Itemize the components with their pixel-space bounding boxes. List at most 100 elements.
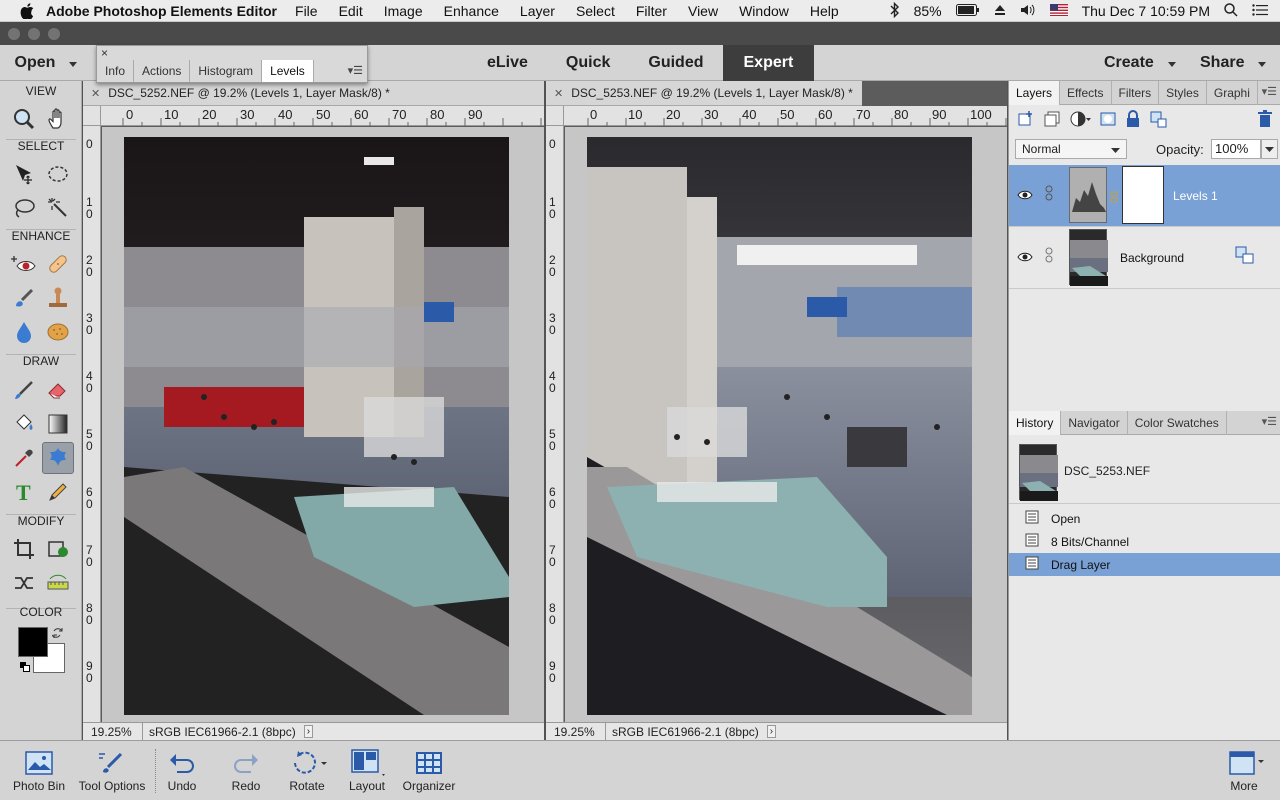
organizer-button[interactable]: Organizer: [400, 747, 458, 799]
tab-actions[interactable]: Actions: [134, 60, 191, 82]
delete-layer-icon[interactable]: [1257, 109, 1273, 131]
layer-mask-thumbnail[interactable]: [1122, 166, 1164, 224]
document-tab-1[interactable]: ✕ DSC_5252.NEF @ 19.2% (Levels 1, Layer …: [83, 81, 544, 106]
link-icon[interactable]: [1045, 185, 1053, 204]
menu-edit[interactable]: Edit: [339, 3, 363, 19]
eraser-tool-icon[interactable]: [42, 374, 74, 406]
window-zoom-button[interactable]: [48, 27, 60, 40]
history-step-drag-layer[interactable]: Drag Layer: [1009, 553, 1280, 576]
horizontal-ruler[interactable]: 0 10 20 30 40 50 60 70 80 90: [101, 106, 544, 126]
opacity-input[interactable]: 100%: [1211, 139, 1261, 159]
ruler-origin[interactable]: [546, 106, 564, 126]
brush-tool-icon[interactable]: [8, 374, 40, 406]
open-button[interactable]: Open: [0, 45, 92, 81]
rotate-button[interactable]: Rotate: [284, 747, 330, 799]
mask-link-icon[interactable]: [1110, 191, 1118, 206]
eject-icon[interactable]: [994, 3, 1006, 19]
tab-navigator[interactable]: Navigator: [1061, 411, 1128, 435]
canvas-area[interactable]: [102, 127, 544, 722]
vertical-ruler[interactable]: 0 1 0 2 0 3 0 4 0 5 0 6 0 7 0 8 0 9 0: [83, 126, 101, 722]
history-step-8-bits[interactable]: 8 Bits/Channel: [1009, 530, 1280, 553]
visibility-eye-icon[interactable]: [1017, 189, 1033, 204]
tool-options-button[interactable]: Tool Options: [74, 747, 150, 799]
vertical-ruler[interactable]: 0 1 0 2 0 3 0 4 0 5 0 6 0 7 0 8 0 9 0: [546, 126, 564, 722]
menu-image[interactable]: Image: [384, 3, 423, 19]
paint-bucket-tool-icon[interactable]: [8, 408, 40, 440]
recompose-tool-icon[interactable]: [42, 533, 74, 565]
menu-layer[interactable]: Layer: [520, 3, 555, 19]
tab-histogram[interactable]: Histogram: [190, 60, 263, 82]
tab-info[interactable]: Info: [97, 60, 135, 82]
flag-icon[interactable]: [1049, 3, 1068, 19]
default-colors-icon[interactable]: [20, 661, 30, 675]
mode-elive[interactable]: eLive: [468, 45, 547, 81]
apple-menu-icon[interactable]: [18, 2, 36, 19]
quick-selection-tool-icon[interactable]: [42, 192, 74, 224]
notification-center-icon[interactable]: [1252, 3, 1268, 19]
tab-effects[interactable]: Effects: [1060, 81, 1112, 105]
lock-all-icon[interactable]: [1125, 109, 1141, 131]
eyedropper-tool-icon[interactable]: [8, 442, 40, 474]
new-layer-icon[interactable]: [1017, 110, 1035, 131]
smart-brush-tool-icon[interactable]: [8, 282, 40, 314]
lock-transparent-icon[interactable]: [1149, 110, 1167, 131]
menu-file[interactable]: File: [295, 3, 318, 19]
tab-graphics[interactable]: Graphi: [1207, 81, 1258, 105]
close-tab-icon[interactable]: ✕: [91, 87, 100, 100]
battery-icon[interactable]: [955, 3, 980, 19]
menu-window[interactable]: Window: [739, 3, 789, 19]
photo-dsc-5252[interactable]: [124, 137, 509, 715]
close-panel-icon[interactable]: ×: [101, 46, 108, 60]
menu-filter[interactable]: Filter: [636, 3, 667, 19]
panel-menu-icon[interactable]: ▾☰: [1262, 85, 1277, 98]
ruler-origin[interactable]: [83, 106, 101, 126]
blur-tool-icon[interactable]: [8, 316, 40, 348]
layer-name[interactable]: Background: [1120, 251, 1184, 265]
content-aware-move-tool-icon[interactable]: [8, 567, 40, 599]
red-eye-tool-icon[interactable]: [8, 248, 40, 280]
tab-color-swatches[interactable]: Color Swatches: [1128, 411, 1227, 435]
opacity-dropdown-icon[interactable]: [1261, 139, 1278, 159]
type-tool-icon[interactable]: T: [8, 476, 40, 508]
link-icon[interactable]: [1045, 247, 1053, 266]
tab-layers[interactable]: Layers: [1009, 81, 1061, 105]
layer-mask-icon[interactable]: [1099, 110, 1117, 131]
clock[interactable]: Thu Dec 7 10:59 PM: [1082, 3, 1210, 19]
window-close-button[interactable]: [8, 27, 20, 40]
photo-bin-button[interactable]: Photo Bin: [8, 747, 70, 799]
status-menu-arrow-icon[interactable]: ›: [766, 725, 777, 738]
menu-select[interactable]: Select: [576, 3, 615, 19]
adjustment-layer-icon[interactable]: [1069, 110, 1091, 131]
photo-dsc-5253[interactable]: [587, 137, 972, 715]
hand-tool-icon[interactable]: [42, 103, 74, 135]
history-snapshot[interactable]: DSC_5253.NEF: [1009, 436, 1280, 504]
zoom-tool-icon[interactable]: [8, 103, 40, 135]
move-tool-icon[interactable]: [8, 158, 40, 190]
mode-quick[interactable]: Quick: [547, 45, 629, 81]
foreground-color-swatch[interactable]: [18, 627, 48, 657]
blend-mode-select[interactable]: Normal: [1015, 139, 1127, 159]
mode-guided[interactable]: Guided: [629, 45, 722, 81]
clone-stamp-tool-icon[interactable]: [42, 282, 74, 314]
window-minimize-button[interactable]: [28, 27, 40, 40]
horizontal-ruler[interactable]: 0 10 20 30 40 50 60 70 80 90 100: [564, 106, 1007, 126]
panel-menu-icon[interactable]: ▾☰: [348, 64, 363, 77]
layout-button[interactable]: Layout: [344, 747, 390, 799]
redo-button[interactable]: Redo: [224, 747, 268, 799]
close-tab-icon[interactable]: ✕: [554, 87, 563, 100]
lasso-tool-icon[interactable]: [8, 192, 40, 224]
visibility-eye-icon[interactable]: [1017, 251, 1033, 266]
marquee-tool-icon[interactable]: [42, 158, 74, 190]
share-button[interactable]: Share: [1200, 45, 1267, 81]
spot-healing-tool-icon[interactable]: [42, 248, 74, 280]
layer-name[interactable]: Levels 1: [1173, 189, 1218, 203]
status-menu-arrow-icon[interactable]: ›: [303, 725, 314, 738]
crop-tool-icon[interactable]: [8, 533, 40, 565]
zoom-level[interactable]: 19.25%: [546, 722, 606, 741]
spotlight-search-icon[interactable]: [1224, 2, 1238, 20]
panel-menu-icon[interactable]: ▾☰: [1262, 415, 1277, 428]
menu-enhance[interactable]: Enhance: [444, 3, 499, 19]
document-tab-2[interactable]: ✕ DSC_5253.NEF @ 19.2% (Levels 1, Layer …: [546, 81, 862, 106]
tab-levels[interactable]: Levels: [262, 60, 314, 82]
history-step-open[interactable]: Open: [1009, 507, 1280, 530]
